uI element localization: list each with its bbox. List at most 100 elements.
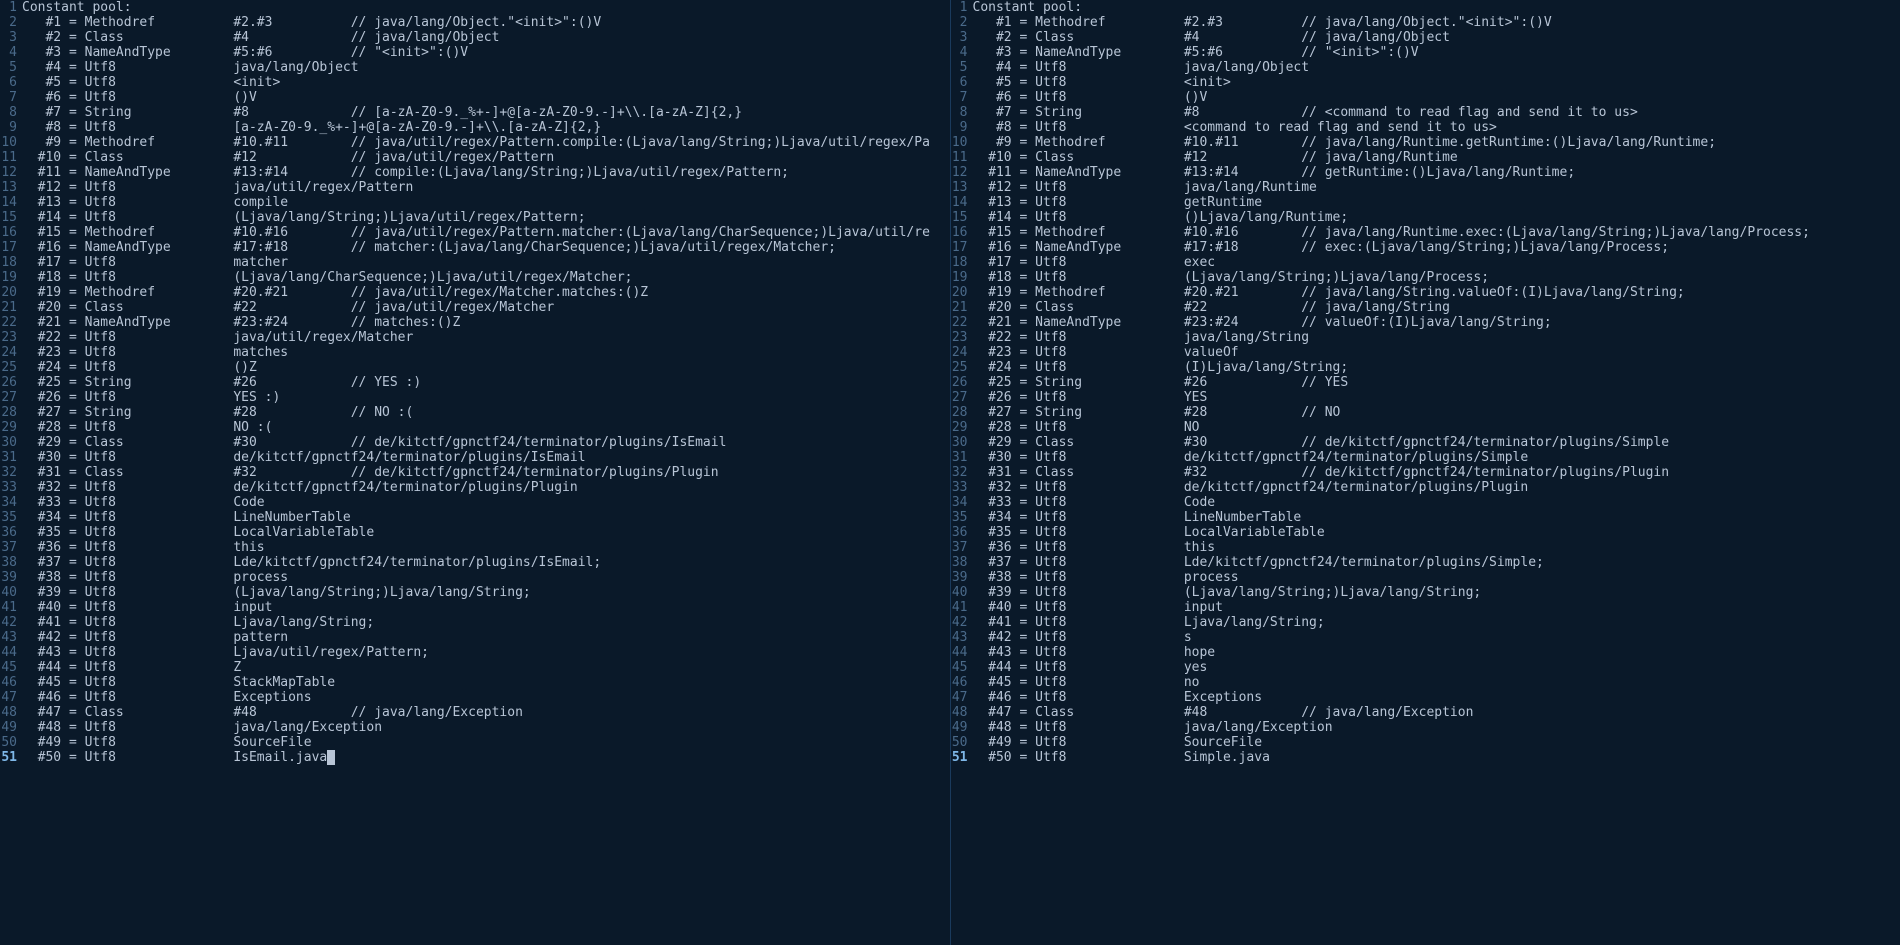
line-number: 21 <box>0 300 17 315</box>
code-line: #30 = Utf8 de/kitctf/gpnctf24/terminator… <box>22 450 950 465</box>
code-line: #27 = String #28 // NO :( <box>22 405 950 420</box>
line-number: 48 <box>0 705 17 720</box>
code-line: #20 = Class #22 // java/util/regex/Match… <box>22 300 950 315</box>
code-line: #2 = Class #4 // java/lang/Object <box>973 30 1900 45</box>
code-line: #9 = Methodref #10.#11 // java/lang/Runt… <box>973 135 1900 150</box>
line-number: 2 <box>0 15 17 30</box>
code-line: #36 = Utf8 this <box>973 540 1900 555</box>
code-line: #49 = Utf8 SourceFile <box>973 735 1900 750</box>
left-content[interactable]: Constant pool: #1 = Methodref #2.#3 // j… <box>22 0 950 765</box>
code-line: #10 = Class #12 // java/util/regex/Patte… <box>22 150 950 165</box>
line-number: 11 <box>951 150 968 165</box>
line-number: 18 <box>951 255 968 270</box>
code-line: #19 = Methodref #20.#21 // java/lang/Str… <box>973 285 1900 300</box>
line-number: 36 <box>951 525 968 540</box>
line-number: 14 <box>951 195 968 210</box>
code-line: #35 = Utf8 LocalVariableTable <box>973 525 1900 540</box>
right-content[interactable]: Constant pool: #1 = Methodref #2.#3 // j… <box>973 0 1900 765</box>
line-number: 1 <box>0 0 17 15</box>
line-number: 20 <box>951 285 968 300</box>
line-number: 21 <box>951 300 968 315</box>
line-number: 9 <box>0 120 17 135</box>
line-number: 49 <box>0 720 17 735</box>
line-number: 12 <box>951 165 968 180</box>
line-number: 32 <box>951 465 968 480</box>
code-line: #41 = Utf8 Ljava/lang/String; <box>973 615 1900 630</box>
line-number: 49 <box>951 720 968 735</box>
code-line: #26 = Utf8 YES :) <box>22 390 950 405</box>
line-number: 10 <box>0 135 17 150</box>
right-pane[interactable]: 1234567891011121314151617181920212223242… <box>951 0 1900 945</box>
code-line: #14 = Utf8 ()Ljava/lang/Runtime; <box>973 210 1900 225</box>
line-number: 15 <box>951 210 968 225</box>
code-line: #13 = Utf8 getRuntime <box>973 195 1900 210</box>
code-line: #6 = Utf8 ()V <box>22 90 950 105</box>
text-cursor <box>327 750 335 765</box>
line-number: 26 <box>951 375 968 390</box>
line-number: 45 <box>0 660 17 675</box>
code-line: #5 = Utf8 <init> <box>22 75 950 90</box>
line-number: 40 <box>0 585 17 600</box>
line-number: 17 <box>0 240 17 255</box>
line-number: 4 <box>951 45 968 60</box>
line-number: 23 <box>0 330 17 345</box>
code-line: #29 = Class #30 // de/kitctf/gpnctf24/te… <box>973 435 1900 450</box>
line-number: 37 <box>951 540 968 555</box>
line-number: 20 <box>0 285 17 300</box>
code-line: #33 = Utf8 Code <box>973 495 1900 510</box>
line-number: 5 <box>0 60 17 75</box>
code-line: #8 = Utf8 <command to read flag and send… <box>973 120 1900 135</box>
line-number: 25 <box>951 360 968 375</box>
code-line: #7 = String #8 // <command to read flag … <box>973 105 1900 120</box>
line-number: 47 <box>0 690 17 705</box>
line-number: 50 <box>951 735 968 750</box>
line-number: 28 <box>951 405 968 420</box>
line-number: 39 <box>0 570 17 585</box>
line-number: 51 <box>0 750 17 765</box>
line-number: 45 <box>951 660 968 675</box>
code-line: #24 = Utf8 (I)Ljava/lang/String; <box>973 360 1900 375</box>
line-number: 13 <box>951 180 968 195</box>
line-number: 6 <box>0 75 17 90</box>
line-number: 15 <box>0 210 17 225</box>
line-number: 43 <box>951 630 968 645</box>
code-line: #49 = Utf8 SourceFile <box>22 735 950 750</box>
line-number: 3 <box>951 30 968 45</box>
code-line: #36 = Utf8 this <box>22 540 950 555</box>
code-line: #43 = Utf8 Ljava/util/regex/Pattern; <box>22 645 950 660</box>
line-number: 19 <box>951 270 968 285</box>
line-number: 22 <box>951 315 968 330</box>
code-line: #1 = Methodref #2.#3 // java/lang/Object… <box>973 15 1900 30</box>
line-number: 35 <box>0 510 17 525</box>
code-line: #16 = NameAndType #17:#18 // matcher:(Lj… <box>22 240 950 255</box>
code-line: Constant pool: <box>22 0 950 15</box>
line-number: 30 <box>0 435 17 450</box>
line-number: 32 <box>0 465 17 480</box>
code-line: #33 = Utf8 Code <box>22 495 950 510</box>
code-line: #39 = Utf8 (Ljava/lang/String;)Ljava/lan… <box>973 585 1900 600</box>
line-number: 40 <box>951 585 968 600</box>
code-line: #38 = Utf8 process <box>22 570 950 585</box>
code-line: #22 = Utf8 java/lang/String <box>973 330 1900 345</box>
line-number: 4 <box>0 45 17 60</box>
left-pane[interactable]: 1234567891011121314151617181920212223242… <box>0 0 951 945</box>
line-number: 42 <box>0 615 17 630</box>
line-number: 50 <box>0 735 17 750</box>
line-number: 16 <box>951 225 968 240</box>
code-line: #46 = Utf8 Exceptions <box>22 690 950 705</box>
code-line: #8 = Utf8 [a-zA-Z0-9._%+-]+@[a-zA-Z0-9.-… <box>22 120 950 135</box>
code-line: #38 = Utf8 process <box>973 570 1900 585</box>
line-number: 7 <box>951 90 968 105</box>
code-line: Constant pool: <box>973 0 1900 15</box>
line-number: 18 <box>0 255 17 270</box>
right-gutter: 1234567891011121314151617181920212223242… <box>951 0 971 945</box>
line-number: 9 <box>951 120 968 135</box>
code-line: #34 = Utf8 LineNumberTable <box>973 510 1900 525</box>
code-line: #35 = Utf8 LocalVariableTable <box>22 525 950 540</box>
line-number: 41 <box>951 600 968 615</box>
line-number: 51 <box>951 750 968 765</box>
code-line: #39 = Utf8 (Ljava/lang/String;)Ljava/lan… <box>22 585 950 600</box>
line-number: 31 <box>0 450 17 465</box>
line-number: 19 <box>0 270 17 285</box>
split-editor: 1234567891011121314151617181920212223242… <box>0 0 1900 945</box>
